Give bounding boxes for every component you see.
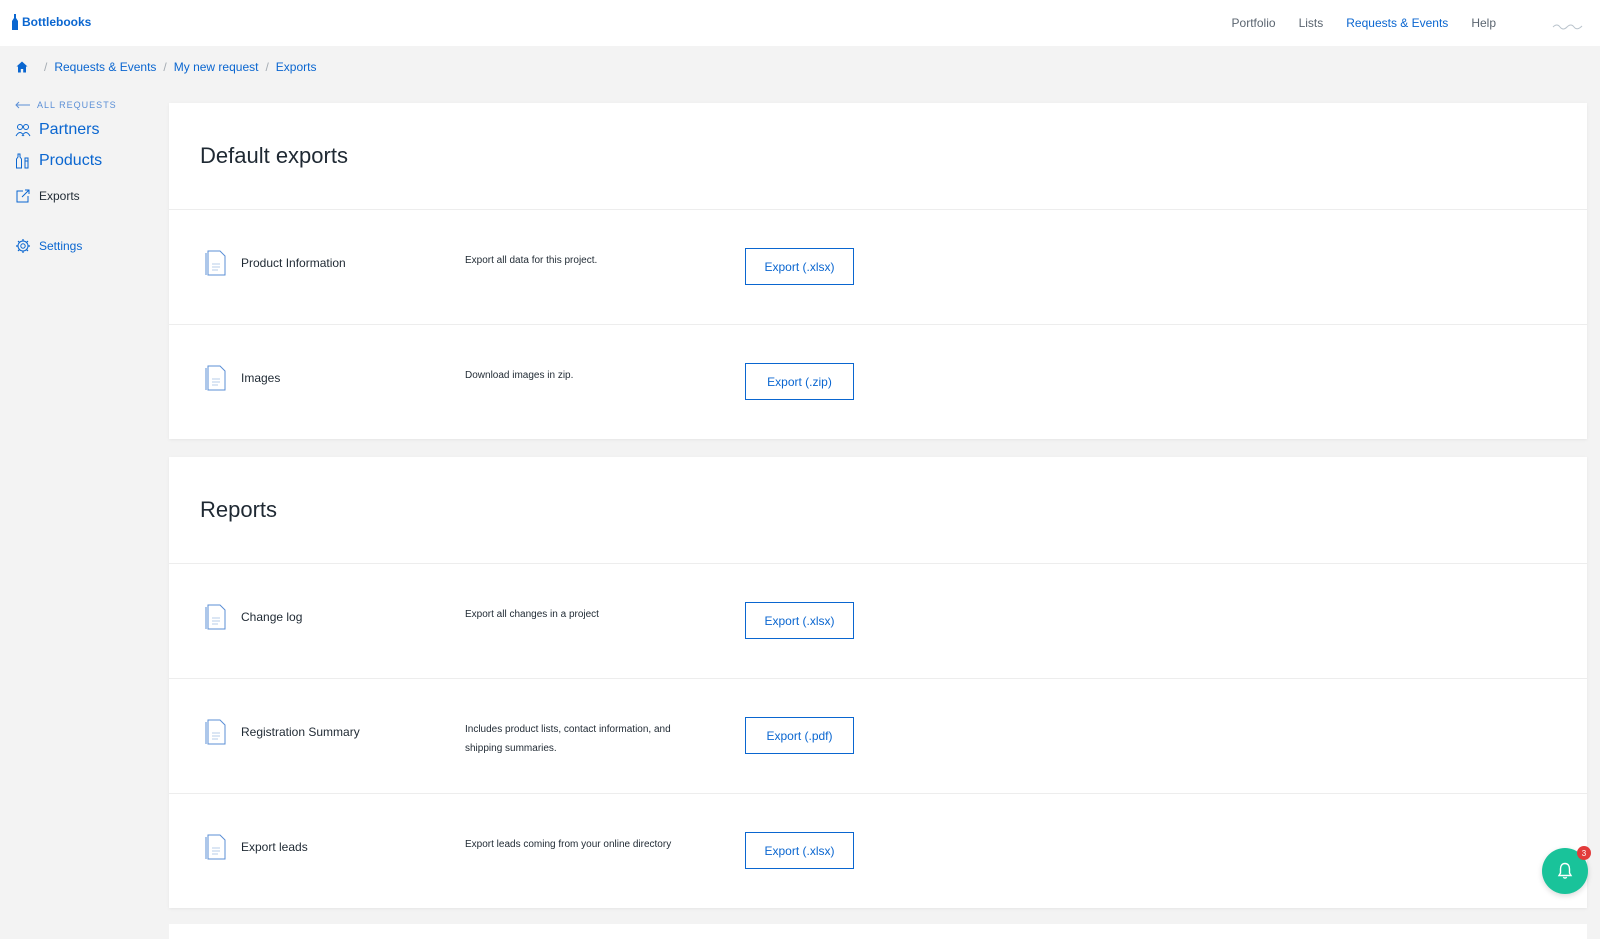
sidebar-item-label: Products xyxy=(39,151,103,169)
nav-portfolio[interactable]: Portfolio xyxy=(1232,16,1276,30)
breadcrumb-separator: / xyxy=(44,60,48,74)
export-xlsx-button[interactable]: Export (.xlsx) xyxy=(745,602,854,639)
breadcrumb: / Requests & Events / My new request / E… xyxy=(16,58,316,76)
notification-button[interactable]: 3 xyxy=(1542,846,1591,894)
panel-reports: Reports Change log Export all changes in… xyxy=(169,457,1587,908)
document-icon xyxy=(205,834,226,860)
sidebar-item-exports[interactable]: Exports xyxy=(15,186,165,206)
export-name: Change log xyxy=(241,610,303,624)
export-name: Images xyxy=(241,371,281,385)
export-description: Includes product lists, contact informat… xyxy=(465,724,671,754)
document-icon xyxy=(205,604,226,630)
section-title: Reports xyxy=(169,457,1587,564)
sidebar: ALL REQUESTS Partners Products Exports S… xyxy=(15,96,165,256)
breadcrumb-exports[interactable]: Exports xyxy=(276,60,317,74)
breadcrumb-separator: / xyxy=(163,60,167,74)
sidebar-item-label: Partners xyxy=(39,120,100,138)
sidebar-item-products[interactable]: Products xyxy=(15,145,165,176)
export-description: Export all changes in a project xyxy=(465,609,599,620)
user-avatar[interactable] xyxy=(1552,17,1584,30)
bottles-icon xyxy=(16,153,29,168)
export-row: Change log Export all changes in a proje… xyxy=(169,564,1587,679)
brand-name: Bottlebooks xyxy=(22,15,92,29)
brand-logo[interactable]: Bottlebooks xyxy=(11,14,91,30)
export-row: Export leads Export leads coming from yo… xyxy=(169,794,1587,908)
bottle-icon xyxy=(12,14,18,30)
export-zip-button[interactable]: Export (.zip) xyxy=(745,363,854,400)
users-icon xyxy=(15,123,31,136)
export-row: Images Download images in zip. Export (.… xyxy=(169,325,1587,439)
document-icon xyxy=(205,719,226,745)
sidebar-item-label: Settings xyxy=(39,239,83,253)
section-title: Default exports xyxy=(169,103,1587,210)
nav-help[interactable]: Help xyxy=(1471,16,1496,30)
sidebar-item-settings[interactable]: Settings xyxy=(15,236,165,256)
bell-icon xyxy=(1557,862,1573,879)
document-icon xyxy=(205,250,226,276)
export-xlsx-button[interactable]: Export (.xlsx) xyxy=(745,248,854,285)
export-name: Export leads xyxy=(241,840,308,854)
main-nav: Portfolio Lists Requests & Events Help xyxy=(1209,0,1496,46)
export-icon xyxy=(16,189,30,203)
notification-count-badge: 3 xyxy=(1577,846,1591,860)
home-icon[interactable] xyxy=(16,61,28,73)
nav-lists[interactable]: Lists xyxy=(1299,16,1324,30)
breadcrumb-separator: / xyxy=(265,60,269,74)
gear-icon xyxy=(16,239,30,253)
arrow-left-icon xyxy=(15,101,30,109)
export-row: Product Information Export all data for … xyxy=(169,210,1587,325)
breadcrumb-my-new-request[interactable]: My new request xyxy=(174,60,259,74)
panel-next-section xyxy=(169,924,1587,939)
back-label: ALL REQUESTS xyxy=(37,100,117,110)
panel-default-exports: Default exports Product Information Expo… xyxy=(169,103,1587,439)
export-description: Export all data for this project. xyxy=(465,255,598,266)
export-row: Registration Summary Includes product li… xyxy=(169,679,1587,794)
sidebar-item-label: Exports xyxy=(39,189,80,203)
document-icon xyxy=(205,365,226,391)
export-description: Export leads coming from your online dir… xyxy=(465,839,672,850)
export-pdf-button[interactable]: Export (.pdf) xyxy=(745,717,854,754)
export-name: Product Information xyxy=(241,256,346,270)
export-name: Registration Summary xyxy=(241,725,360,739)
top-navigation: Bottlebooks Portfolio Lists Requests & E… xyxy=(0,0,1600,46)
export-description: Download images in zip. xyxy=(465,370,574,381)
back-to-all-requests[interactable]: ALL REQUESTS xyxy=(15,96,165,114)
sidebar-item-partners[interactable]: Partners xyxy=(15,114,165,145)
export-xlsx-button[interactable]: Export (.xlsx) xyxy=(745,832,854,869)
nav-requests-events[interactable]: Requests & Events xyxy=(1346,16,1448,30)
breadcrumb-requests-events[interactable]: Requests & Events xyxy=(54,60,156,74)
